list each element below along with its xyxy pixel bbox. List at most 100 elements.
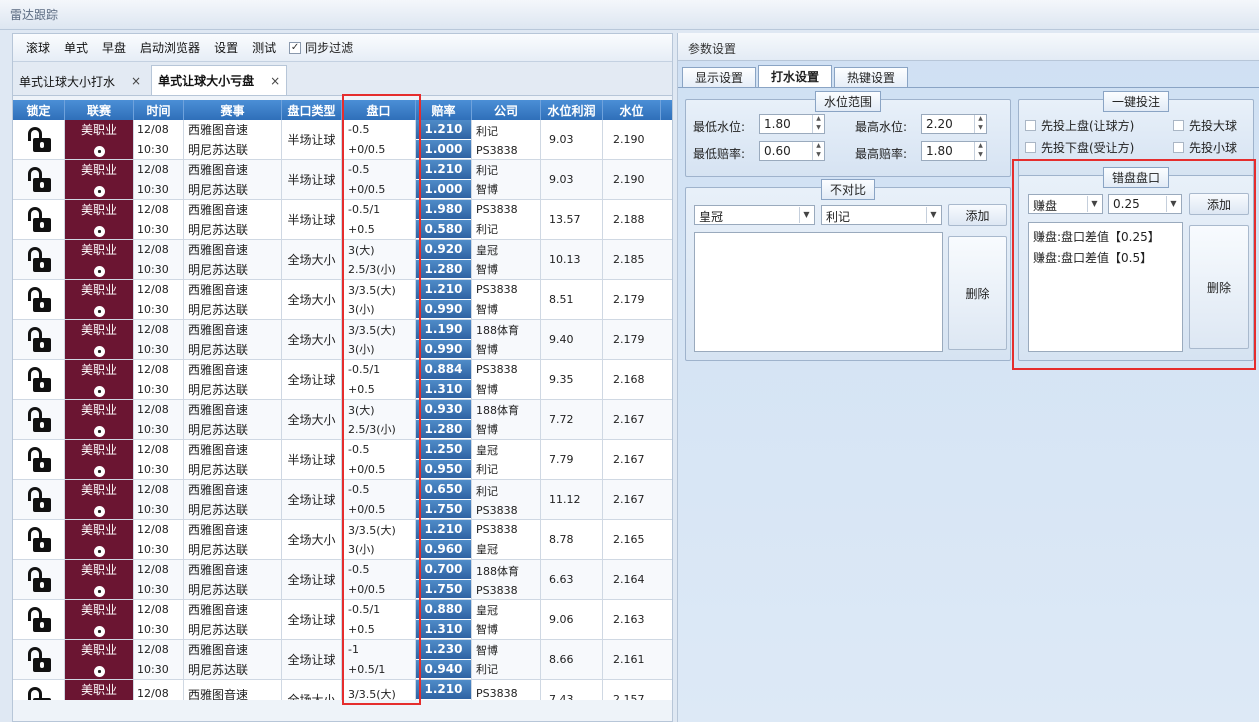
unlock-icon[interactable] xyxy=(27,526,51,553)
odds-top[interactable]: 1.980 xyxy=(416,200,471,220)
odds-bottom[interactable]: 0.990 xyxy=(416,299,471,319)
no-compare-add-button[interactable]: 添加 xyxy=(948,204,1007,226)
unlock-icon[interactable] xyxy=(27,166,51,193)
opt-lower-first[interactable]: 先投下盘(受让方) xyxy=(1025,139,1134,156)
tab-dashui-settings[interactable]: 打水设置 xyxy=(758,65,833,87)
odds-bottom[interactable]: 0.990 xyxy=(416,339,471,359)
odds-bottom[interactable]: 0.580 xyxy=(416,219,471,239)
lock-cell[interactable] xyxy=(13,600,65,639)
no-compare-company-a[interactable]: 皇冠 ▼ xyxy=(694,205,815,225)
lock-cell[interactable] xyxy=(13,320,65,359)
menu-zaopan[interactable]: 早盘 xyxy=(95,34,133,62)
table-row[interactable]: 美职业 12/08 10:30 西雅图音速 明尼苏达联 半场让球 -0.5 +0/0.5 1.2… xyxy=(13,160,672,200)
table-row[interactable]: 美职业 12/08 10:30 西雅图音速 明尼苏达联 半场让球 -0.5 +0/0.5 1.2… xyxy=(13,440,672,480)
no-compare-company-b[interactable]: 利记 ▼ xyxy=(821,205,942,225)
opt-big-first[interactable]: 先投大球 xyxy=(1173,117,1237,134)
odds-top[interactable]: 1.210 xyxy=(416,520,471,540)
unlock-icon[interactable] xyxy=(27,326,51,353)
lock-cell[interactable] xyxy=(13,160,65,199)
wrong-pankou-type[interactable]: 赚盘 ▼ xyxy=(1028,194,1103,214)
wrong-pankou-delete-button[interactable]: 删除 xyxy=(1189,225,1249,349)
odds-bottom[interactable]: 1.000 xyxy=(416,179,471,199)
odds-bottom[interactable] xyxy=(416,699,471,700)
col-odds[interactable]: 赔率 xyxy=(416,100,472,120)
min-odds-input[interactable]: 0.60 ▲ ▼ xyxy=(759,141,825,161)
odds-top[interactable]: 0.884 xyxy=(416,360,471,380)
odds-bottom[interactable]: 1.750 xyxy=(416,499,471,519)
menu-danshi[interactable]: 单式 xyxy=(57,34,95,62)
opt-upper-first[interactable]: 先投上盘(让球方) xyxy=(1025,117,1134,134)
odds-top[interactable]: 1.250 xyxy=(416,440,471,460)
chevron-down-icon[interactable]: ▼ xyxy=(1166,196,1180,212)
stepper-arrows[interactable]: ▲ ▼ xyxy=(812,142,824,160)
max-odds-input[interactable]: 1.80 ▲ ▼ xyxy=(921,141,987,161)
lock-cell[interactable] xyxy=(13,640,65,679)
table-row[interactable]: 美职业 12/08 10:30 西雅图音速 明尼苏达联 全场大小 3/3.5(大) 3(小) 1… xyxy=(13,320,672,360)
checkbox[interactable] xyxy=(1025,142,1036,153)
odds-top[interactable]: 0.920 xyxy=(416,240,471,260)
wrong-pankou-add-button[interactable]: 添加 xyxy=(1189,193,1249,215)
odds-top[interactable]: 0.880 xyxy=(416,600,471,620)
unlock-icon[interactable] xyxy=(27,566,51,593)
checkbox[interactable] xyxy=(1173,120,1184,131)
odds-bottom[interactable]: 0.960 xyxy=(416,539,471,559)
stepper-arrows[interactable]: ▲ ▼ xyxy=(974,142,986,160)
odds-bottom[interactable]: 1.310 xyxy=(416,619,471,639)
unlock-icon[interactable] xyxy=(27,286,51,313)
chevron-down-icon[interactable]: ▼ xyxy=(926,207,940,223)
lock-cell[interactable] xyxy=(13,120,65,159)
col-time[interactable]: 时间 xyxy=(134,100,184,120)
odds-top[interactable]: 1.210 xyxy=(416,280,471,300)
no-compare-list[interactable] xyxy=(694,232,943,352)
odds-top[interactable]: 1.190 xyxy=(416,320,471,340)
unlock-icon[interactable] xyxy=(27,406,51,433)
wrong-pankou-diff[interactable]: 0.25 ▼ xyxy=(1108,194,1182,214)
odds-bottom[interactable]: 1.280 xyxy=(416,419,471,439)
lock-cell[interactable] xyxy=(13,400,65,439)
max-water-input[interactable]: 2.20 ▲ ▼ xyxy=(921,114,987,134)
checkbox[interactable] xyxy=(1025,120,1036,131)
unlock-icon[interactable] xyxy=(27,446,51,473)
lock-cell[interactable] xyxy=(13,280,65,319)
odds-bottom[interactable]: 0.940 xyxy=(416,659,471,679)
col-water[interactable]: 水位 xyxy=(603,100,661,120)
unlock-icon[interactable] xyxy=(27,686,51,700)
odds-bottom[interactable]: 0.950 xyxy=(416,459,471,479)
list-item[interactable]: 赚盘:盘口差值【0.25】 xyxy=(1033,227,1178,248)
odds-top[interactable]: 0.700 xyxy=(416,560,471,580)
table-row[interactable]: 美职业 12/08 10:30 西雅图音速 明尼苏达联 全场让球 -0.5/1 +0.5 0.8… xyxy=(13,600,672,640)
table-row[interactable]: 美职业 12/08 10:30 西雅图音速 明尼苏达联 全场让球 -0.5/1 +0.5 0.8… xyxy=(13,360,672,400)
lock-cell[interactable] xyxy=(13,440,65,479)
unlock-icon[interactable] xyxy=(27,246,51,273)
table-row[interactable]: 美职业 12/08 西雅图音速 全场大小 3/3.5(大) 1.210 PS3838 7.43… xyxy=(13,680,672,700)
col-pankou[interactable]: 盘口 xyxy=(342,100,416,120)
lock-cell[interactable] xyxy=(13,680,65,700)
opt-small-first[interactable]: 先投小球 xyxy=(1173,139,1237,156)
col-type[interactable]: 盘口类型 xyxy=(282,100,342,120)
tab-kuipan[interactable]: 单式让球大小亏盘 × xyxy=(151,65,288,95)
lock-cell[interactable] xyxy=(13,560,65,599)
stepper-arrows[interactable]: ▲ ▼ xyxy=(974,115,986,133)
odds-bottom[interactable]: 1.000 xyxy=(416,139,471,159)
checkbox[interactable] xyxy=(1173,142,1184,153)
list-item[interactable]: 赚盘:盘口差值【0.5】 xyxy=(1033,248,1178,269)
no-compare-delete-button[interactable]: 删除 xyxy=(948,236,1007,350)
table-row[interactable]: 美职业 12/08 10:30 西雅图音速 明尼苏达联 全场大小 3(大) 2.5/3(小) 0… xyxy=(13,240,672,280)
menu-gunqiu[interactable]: 滚球 xyxy=(19,34,57,62)
unlock-icon[interactable] xyxy=(27,646,51,673)
table-row[interactable]: 美职业 12/08 10:30 西雅图音速 明尼苏达联 全场让球 -1 +0.5/1 1.230… xyxy=(13,640,672,680)
col-company[interactable]: 公司 xyxy=(472,100,541,120)
unlock-icon[interactable] xyxy=(27,486,51,513)
col-match[interactable]: 赛事 xyxy=(184,100,282,120)
unlock-icon[interactable] xyxy=(27,606,51,633)
table-row[interactable]: 美职业 12/08 10:30 西雅图音速 明尼苏达联 半场让球 -0.5/1 +0.5 1.9… xyxy=(13,200,672,240)
sync-filter-checkbox[interactable]: ✓ xyxy=(289,41,302,54)
unlock-icon[interactable] xyxy=(27,126,51,153)
sync-filter-toggle[interactable]: ✓ 同步过滤 xyxy=(283,39,359,56)
table-row[interactable]: 美职业 12/08 10:30 西雅图音速 明尼苏达联 全场大小 3/3.5(大) 3(小) 1… xyxy=(13,520,672,560)
lock-cell[interactable] xyxy=(13,240,65,279)
col-lock[interactable]: 锁定 xyxy=(13,100,65,120)
tab-dashui[interactable]: 单式让球大小打水 × xyxy=(13,67,147,95)
wrong-pankou-list[interactable]: 赚盘:盘口差值【0.25】 赚盘:盘口差值【0.5】 xyxy=(1028,222,1183,352)
table-row[interactable]: 美职业 12/08 10:30 西雅图音速 明尼苏达联 全场让球 -0.5 +0/0.5 0.7… xyxy=(13,560,672,600)
